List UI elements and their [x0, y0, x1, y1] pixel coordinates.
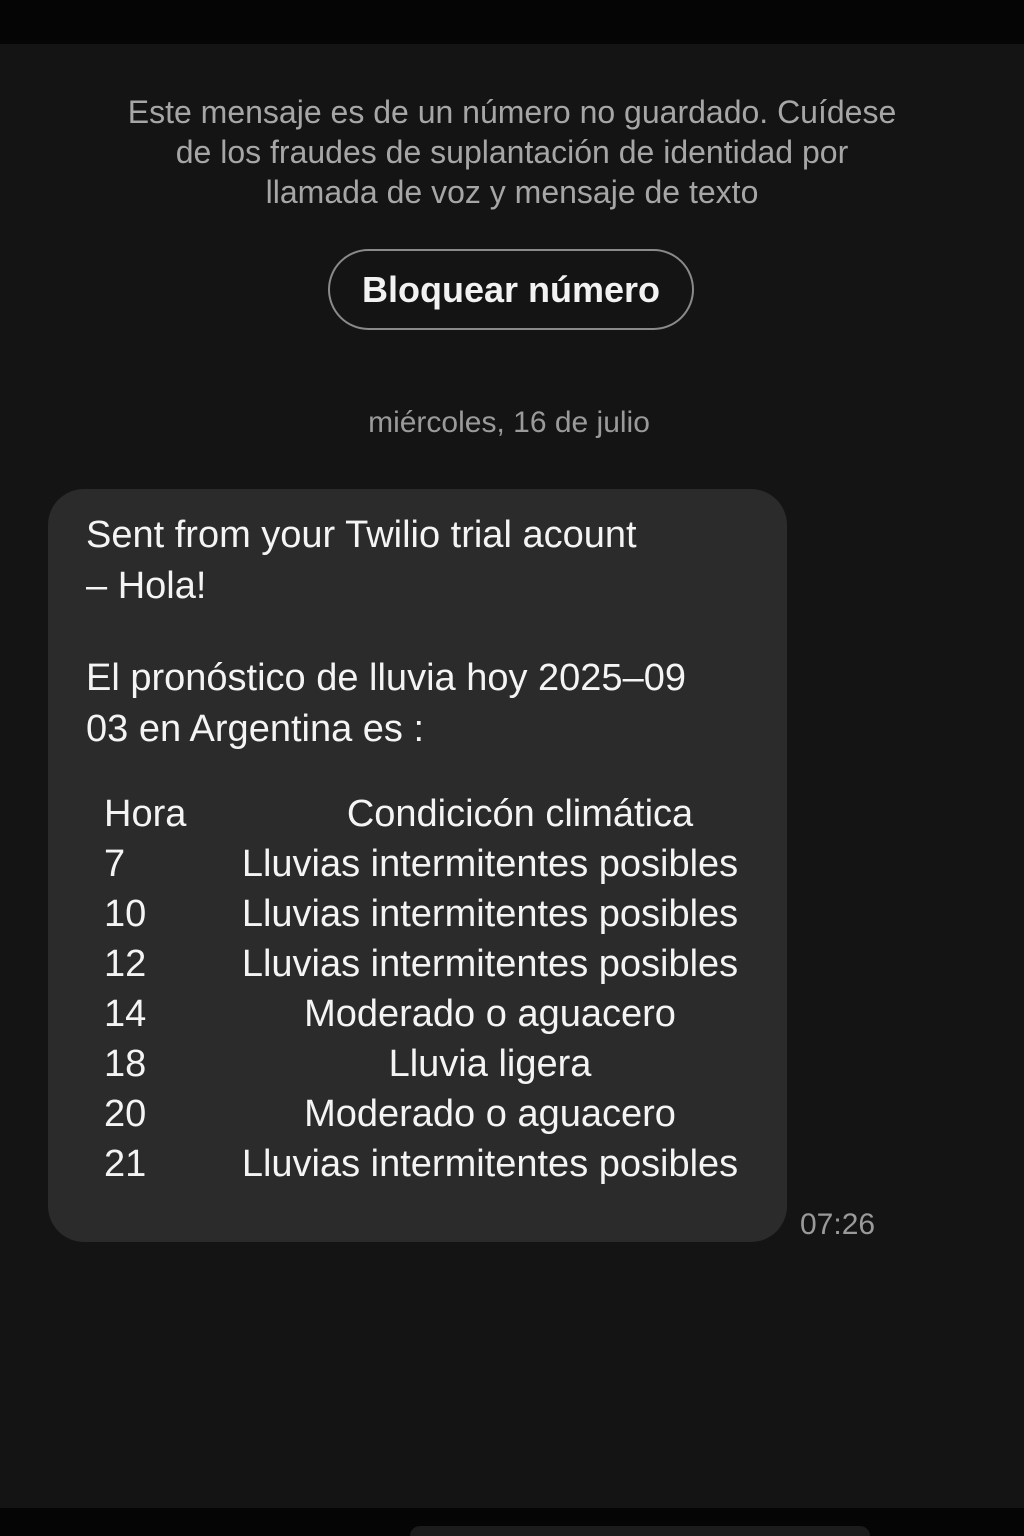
header-hour: Hora — [104, 793, 187, 835]
header-condition: Condicicón climática — [346, 793, 694, 835]
table-row: 20 Moderado o aguacero — [48, 1089, 787, 1140]
table-row: 10 Lluvias intermitentes posibles — [48, 889, 787, 940]
message-line-1: Sent from your Twilio trial acount — [86, 514, 637, 556]
message-bubble[interactable]: Sent from your Twilio trial acount – Hol… — [48, 489, 787, 1242]
row-hour: 14 — [104, 993, 147, 1035]
warning-line-2: de los fraudes de suplantación de identi… — [175, 134, 849, 170]
row-hour: 18 — [104, 1043, 147, 1085]
table-row: 18 Lluvia ligera — [48, 1039, 787, 1090]
message-line-3: El pronóstico de lluvia hoy 2025–09 — [86, 657, 686, 699]
row-hour: 20 — [104, 1093, 147, 1135]
row-condition: Lluvias intermitentes posibles — [241, 943, 739, 985]
message-line-4: 03 en Argentina es : — [86, 708, 425, 750]
row-condition: Lluvias intermitentes posibles — [241, 1143, 739, 1185]
table-row: 14 Moderado o aguacero — [48, 989, 787, 1040]
table-row: 21 Lluvias intermitentes posibles — [48, 1139, 787, 1190]
row-hour: 21 — [104, 1143, 147, 1185]
row-condition: Moderado o aguacero — [304, 1093, 676, 1135]
date-separator: miércoles, 16 de julio — [368, 406, 650, 439]
row-hour: 7 — [104, 843, 126, 885]
forecast-table-header: Hora Condicicón climática — [48, 789, 787, 840]
message-input-edge[interactable] — [410, 1526, 870, 1536]
conversation-screen: Este mensaje es de un número no guardado… — [0, 0, 1024, 1536]
warning-line-3: llamada de voz y mensaje de texto — [265, 174, 759, 210]
row-condition: Lluvias intermitentes posibles — [241, 893, 739, 935]
table-row: 7 Lluvias intermitentes posibles — [48, 839, 787, 890]
table-row: 12 Lluvias intermitentes posibles — [48, 939, 787, 990]
row-hour: 12 — [104, 943, 147, 985]
row-condition: Lluvia ligera — [388, 1043, 592, 1085]
row-condition: Lluvias intermitentes posibles — [241, 843, 739, 885]
message-timestamp: 07:26 — [800, 1208, 876, 1241]
message-line-2: – Hola! — [86, 565, 207, 607]
warning-line-1: Este mensaje es de un número no guardado… — [127, 94, 897, 130]
top-app-bar — [0, 0, 1024, 44]
unsaved-number-warning: Este mensaje es de un número no guardado… — [90, 92, 934, 212]
row-condition: Moderado o aguacero — [304, 993, 676, 1035]
row-hour: 10 — [104, 893, 147, 935]
block-number-button[interactable]: Bloquear número — [328, 249, 694, 330]
